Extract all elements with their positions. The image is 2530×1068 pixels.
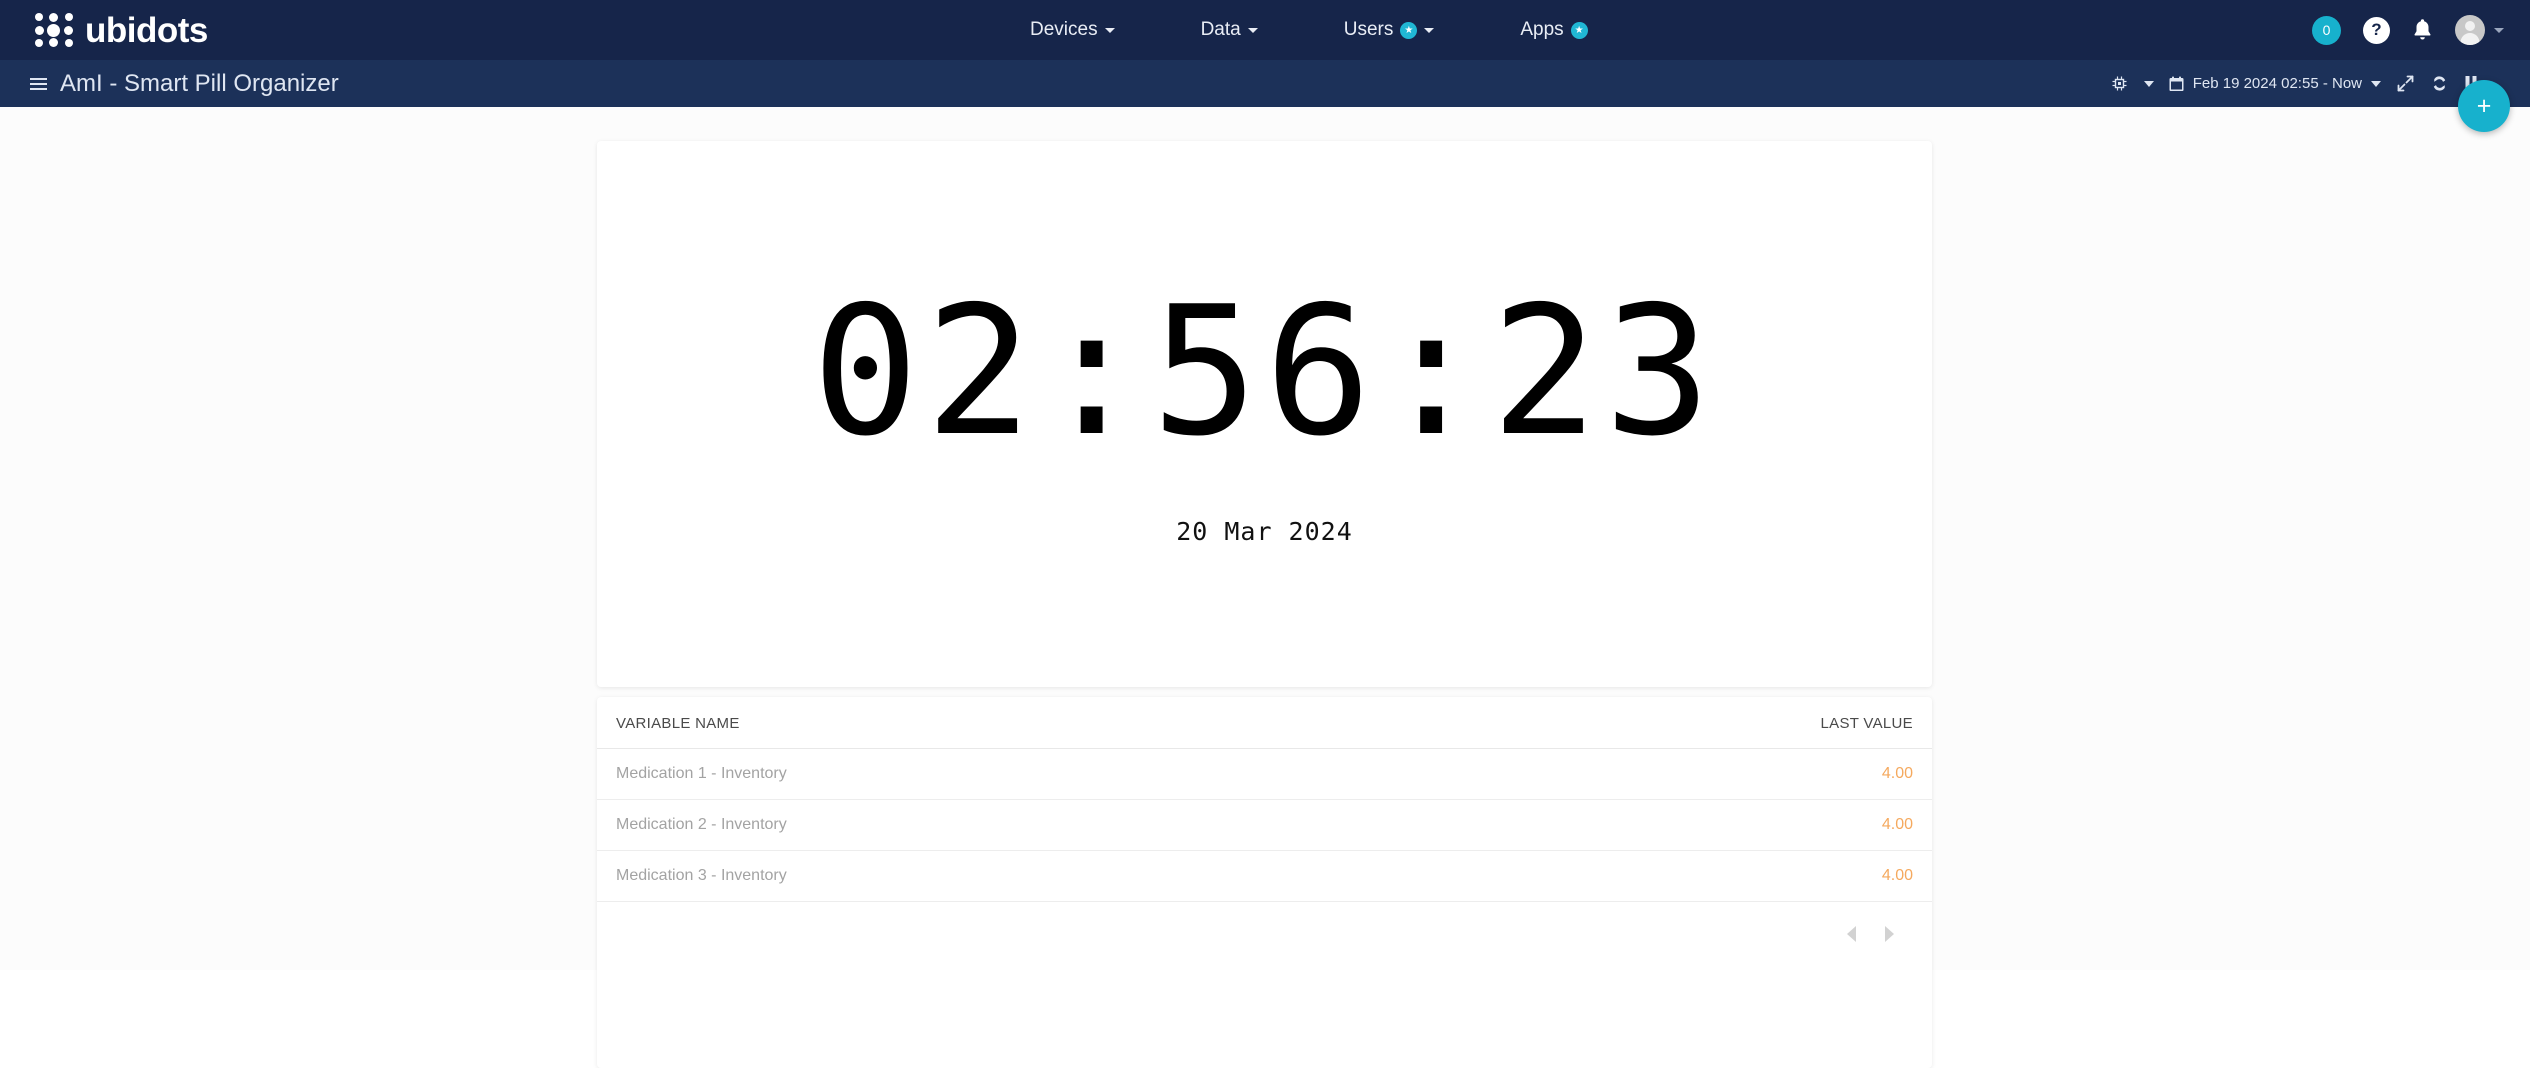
triangle-left-icon[interactable] — [1847, 926, 1856, 942]
page-title: AmI - Smart Pill Organizer — [60, 69, 339, 97]
date-range-label: Feb 19 2024 02:55 - Now — [2192, 75, 2362, 92]
add-widget-button[interactable]: + — [2458, 80, 2510, 132]
nav-item-apps[interactable]: Apps ★ — [1520, 19, 1588, 41]
brand-logo[interactable]: ubidots — [32, 11, 208, 49]
column-header-variable-name: VARIABLE NAME — [597, 697, 1388, 749]
cell-variable-name: Medication 3 - Inventory — [597, 850, 1388, 902]
cell-variable-name: Medication 1 - Inventory — [597, 748, 1388, 800]
refresh-icon[interactable] — [2430, 74, 2449, 93]
date-range-selector[interactable]: Feb 19 2024 02:55 - Now — [2169, 75, 2381, 92]
user-menu[interactable] — [2455, 15, 2504, 45]
variables-table-widget: VARIABLE NAME LAST VALUE Medication 1 - … — [597, 697, 1932, 1068]
triangle-right-icon[interactable] — [1885, 926, 1894, 942]
top-navbar: ubidots Devices Data Users ★ Apps ★ 0 ? — [0, 0, 2530, 60]
clock-date: 20 Mar 2024 — [1176, 516, 1353, 546]
cell-last-value: 4.00 — [1387, 850, 1932, 902]
navbar-actions: 0 ? — [2312, 0, 2504, 60]
dashboard-title-group: AmI - Smart Pill Organizer — [30, 70, 339, 98]
table-row[interactable]: Medication 1 - Inventory 4.00 — [597, 748, 1932, 800]
dashboard-canvas: 02:56:23 20 Mar 2024 VARIABLE NAME LAST … — [0, 107, 2530, 1068]
clock-time: 02:56:23 — [811, 267, 1718, 475]
nav-label-data: Data — [1200, 19, 1241, 40]
chevron-down-icon — [1104, 27, 1115, 33]
table-row[interactable]: Medication 2 - Inventory 4.00 — [597, 799, 1932, 851]
chevron-down-icon — [2371, 80, 2381, 87]
brand-name: ubidots — [85, 10, 208, 50]
chevron-down-icon — [1247, 27, 1258, 33]
table-pagination — [597, 902, 1932, 942]
ubidots-dots-logo-icon — [32, 11, 76, 49]
cell-variable-name: Medication 2 - Inventory — [597, 799, 1388, 851]
nav-label-apps: Apps — [1520, 19, 1564, 40]
expand-arrows-icon[interactable] — [2396, 74, 2415, 93]
nav-item-users[interactable]: Users ★ — [1344, 19, 1435, 41]
column-header-last-value: LAST VALUE — [1387, 697, 1932, 749]
cell-last-value: 4.00 — [1387, 748, 1932, 800]
main-nav: Devices Data Users ★ Apps ★ — [1030, 0, 1588, 60]
chip-icon[interactable] — [2110, 74, 2129, 93]
notifications-count-badge[interactable]: 0 — [2312, 15, 2341, 45]
bell-icon[interactable] — [2412, 18, 2433, 42]
table-row[interactable]: Medication 3 - Inventory 4.00 — [597, 850, 1932, 902]
toolbar-actions: Feb 19 2024 02:55 - Now — [2110, 74, 2478, 93]
star-icon: ★ — [1400, 21, 1418, 39]
variables-table: VARIABLE NAME LAST VALUE Medication 1 - … — [597, 697, 1932, 902]
nav-label-devices: Devices — [1030, 19, 1098, 40]
help-button[interactable]: ? — [2363, 16, 2390, 44]
table-header-row: VARIABLE NAME LAST VALUE — [597, 697, 1932, 749]
dashboard-toolbar: AmI - Smart Pill Organizer Feb 19 2024 0… — [0, 60, 2530, 107]
star-icon: ★ — [1570, 21, 1588, 39]
chevron-down-icon — [2494, 27, 2504, 33]
chevron-down-icon — [1424, 27, 1435, 33]
nav-label-users: Users — [1343, 19, 1394, 40]
cell-last-value: 4.00 — [1387, 799, 1932, 851]
clock-widget: 02:56:23 20 Mar 2024 — [597, 141, 1932, 687]
calendar-icon — [2169, 76, 2184, 92]
device-filter-chevron-down-icon[interactable] — [2143, 80, 2154, 87]
avatar — [2455, 15, 2485, 45]
nav-item-data[interactable]: Data — [1201, 19, 1258, 41]
nav-item-devices[interactable]: Devices — [1030, 19, 1115, 41]
hamburger-icon[interactable] — [30, 77, 47, 90]
